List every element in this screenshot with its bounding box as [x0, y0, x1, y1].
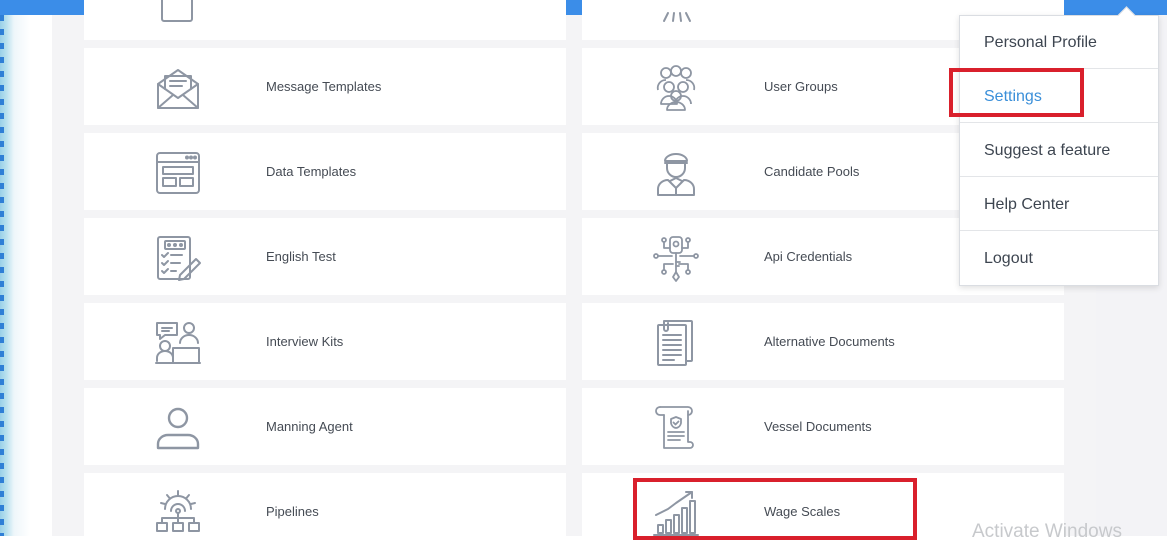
settings-card-alternative-documents[interactable]: Alternative Documents: [582, 303, 1064, 380]
interview-icon: [154, 319, 202, 367]
documents-icon: [652, 319, 700, 367]
key-circuit-icon: [652, 234, 700, 282]
browser-window-icon: [154, 149, 202, 197]
pipeline-gear-icon: [154, 489, 202, 537]
background-dots: [0, 15, 4, 536]
envelope-icon: [154, 64, 202, 112]
card-label: Interview Kits: [266, 334, 344, 349]
settings-card-pipelines[interactable]: Pipelines: [84, 473, 566, 550]
wage-scales-highlight-box: [633, 478, 917, 540]
card-label: Pipelines: [266, 504, 319, 519]
settings-card-manning-agent[interactable]: Manning Agent: [84, 388, 566, 465]
card-label: User Groups: [764, 79, 838, 94]
card-label: Api Credentials: [764, 249, 853, 264]
settings-card-vessel-documents[interactable]: Vessel Documents: [582, 388, 1064, 465]
partial-icon: [154, 0, 202, 27]
menu-item-personal-profile[interactable]: Personal Profile: [960, 16, 1158, 69]
windows-activation-watermark: Activate Windows: [972, 521, 1122, 542]
settings-card-message-templates[interactable]: Message Templates: [84, 48, 566, 125]
settings-highlight-box: [949, 68, 1084, 117]
card-label: Data Templates: [266, 164, 357, 179]
settings-card-english-test[interactable]: English Test: [84, 218, 566, 295]
card-label: Candidate Pools: [764, 164, 860, 179]
test-checklist-icon: [154, 234, 202, 282]
menu-item-help-center[interactable]: Help Center: [960, 178, 1158, 231]
card-label: Message Templates: [266, 79, 382, 94]
settings-panel: Message Templates Data Templates English…: [52, 0, 1096, 550]
partial-icon: [652, 0, 700, 27]
settings-card-interview-kits[interactable]: Interview Kits: [84, 303, 566, 380]
menu-item-logout[interactable]: Logout: [960, 232, 1158, 285]
certificate-scroll-icon: [652, 404, 700, 452]
sailor-icon: [652, 149, 700, 197]
card-label: English Test: [266, 249, 336, 264]
background-edge: [0, 15, 52, 536]
menu-item-suggest-feature[interactable]: Suggest a feature: [960, 124, 1158, 177]
card-label: Manning Agent: [266, 419, 353, 434]
card-label: Alternative Documents: [764, 334, 895, 349]
card-label: Vessel Documents: [764, 419, 872, 434]
settings-card-partial-left[interactable]: [84, 0, 566, 40]
user-group-icon: [652, 64, 700, 112]
settings-card-data-templates[interactable]: Data Templates: [84, 133, 566, 210]
user-menu-dropdown: Personal Profile Settings Suggest a feat…: [959, 6, 1159, 286]
user-icon: [154, 404, 202, 452]
